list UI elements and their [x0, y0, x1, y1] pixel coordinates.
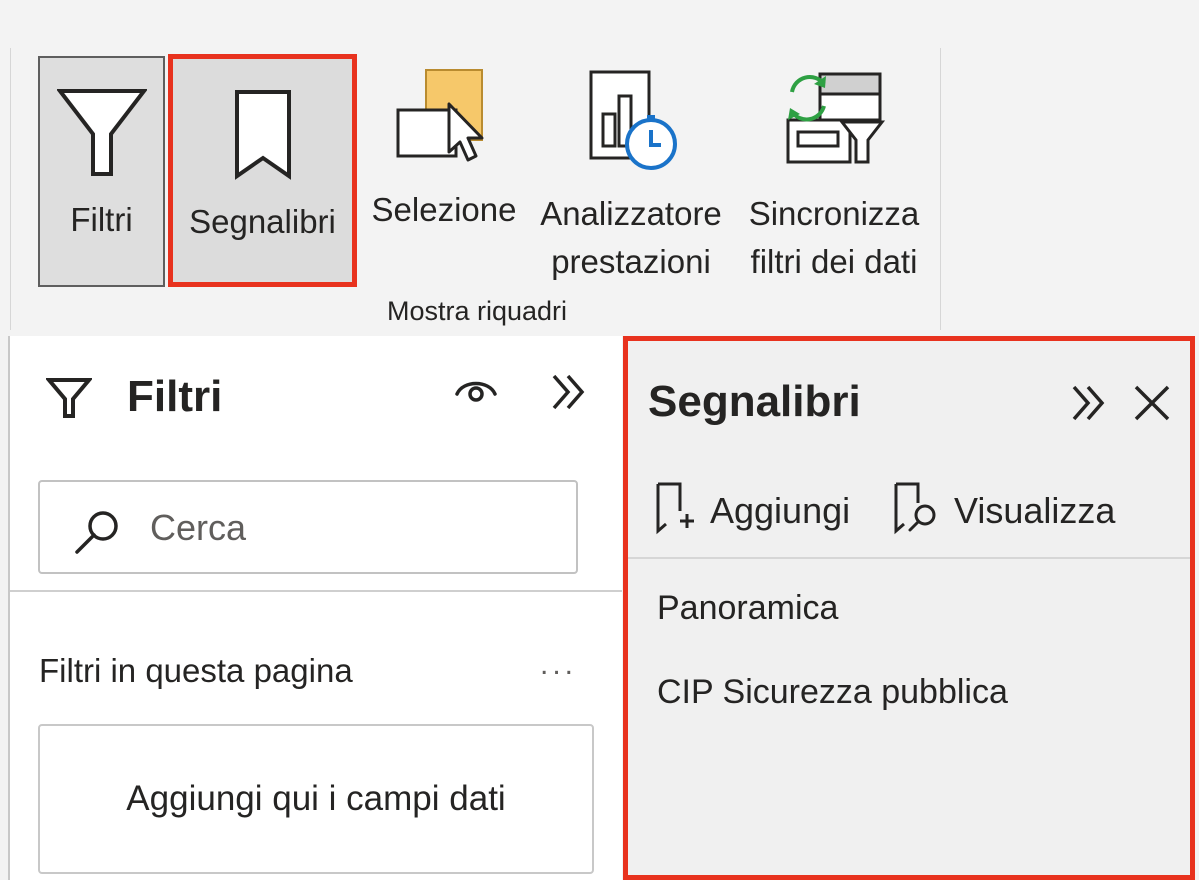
sync-label-line2: filtri dei dati [750, 243, 918, 280]
selection-pane-icon [394, 68, 494, 168]
drop-zone-hint: Aggiungi qui i campi dati [126, 779, 506, 818]
view-bookmark-icon [892, 481, 940, 540]
performance-analyzer-button[interactable]: Analizzatore prestazioni [532, 56, 730, 286]
sync-label-line1: Sincronizza [748, 195, 920, 232]
bookmark-icon [233, 70, 293, 180]
bookmarks-pane-title: Segnalibri [648, 377, 861, 426]
bookmark-item[interactable]: Panoramica [657, 589, 838, 628]
eye-icon[interactable] [453, 374, 499, 409]
expand-pane-icon[interactable] [1068, 383, 1110, 428]
sync-slicers-icon [782, 64, 886, 172]
ribbon: Filtri Segnalibri Selezione Analizzatore… [0, 0, 1199, 332]
funnel-icon [44, 376, 94, 425]
search-input[interactable] [148, 502, 552, 554]
bookmarks-pane: Segnalibri Aggiungi Visualizza Panoramic… [623, 336, 1195, 880]
ribbon-separator [10, 48, 11, 330]
add-bookmark-label: Aggiungi [710, 489, 851, 531]
ribbon-separator [940, 48, 941, 330]
close-icon[interactable] [1132, 383, 1172, 428]
more-options-button[interactable]: ... [540, 648, 577, 682]
performance-analyzer-icon [581, 68, 681, 172]
pane-divider [10, 590, 622, 592]
add-bookmark-button[interactable]: Aggiungi [654, 481, 850, 540]
bookmark-item[interactable]: CIP Sicurezza pubblica [657, 673, 1008, 712]
filters-search-box[interactable] [38, 480, 578, 574]
funnel-icon [56, 68, 147, 178]
add-bookmark-icon [654, 481, 696, 540]
filters-on-page-label: Filtri in questa pagina [39, 652, 353, 689]
view-bookmarks-label: Visualizza [954, 489, 1116, 531]
sync-slicers-button[interactable]: Sincronizza filtri dei dati [734, 56, 934, 286]
search-icon [73, 508, 123, 563]
analyzer-button-label: Analizzatore prestazioni [540, 190, 722, 286]
bookmarks-button-label: Segnalibri [189, 203, 336, 240]
filters-pane-title: Filtri [127, 372, 223, 421]
filters-pane: Filtri Filtri in questa pagina ... Aggiu… [8, 336, 622, 880]
filters-pane-button[interactable]: Filtri [38, 56, 165, 287]
analyzer-label-line2: prestazioni [551, 243, 711, 280]
bookmarks-pane-button[interactable]: Segnalibri [168, 54, 357, 287]
selection-button-label: Selezione [371, 191, 517, 228]
expand-pane-icon[interactable] [548, 372, 590, 417]
pane-divider [628, 557, 1190, 559]
view-bookmarks-button[interactable]: Visualizza [892, 481, 1115, 540]
add-data-fields-drop-zone[interactable]: Aggiungi qui i campi dati [38, 724, 594, 874]
analyzer-label-line1: Analizzatore [540, 195, 722, 232]
filters-button-label: Filtri [70, 201, 133, 238]
ribbon-group-label: Mostra riquadri [386, 296, 568, 326]
sync-button-label: Sincronizza filtri dei dati [749, 190, 920, 286]
selection-pane-button[interactable]: Selezione [366, 56, 522, 228]
